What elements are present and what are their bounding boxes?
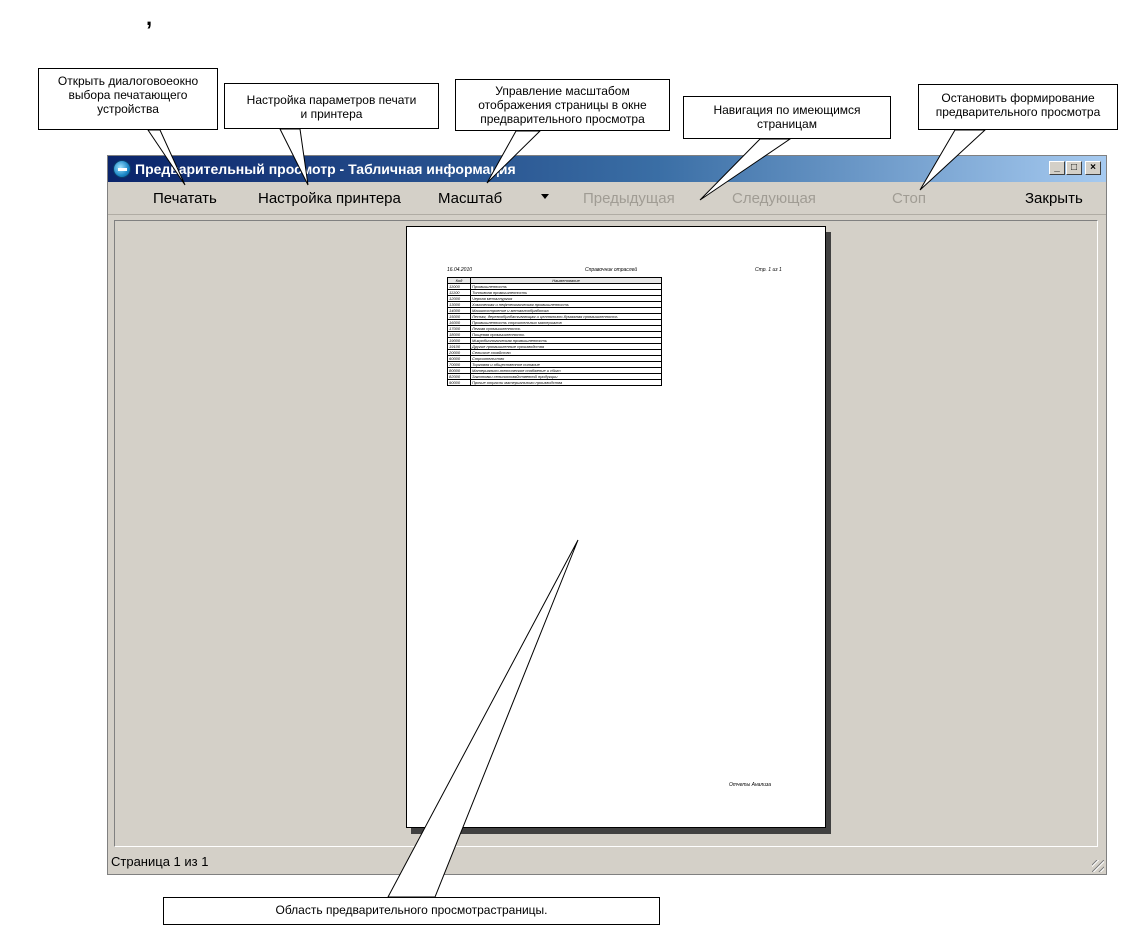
preview-window: Предварительный просмотр - Табличная инф… bbox=[107, 155, 1107, 875]
maximize-button[interactable]: □ bbox=[1066, 161, 1082, 175]
callout-open-dialog: Открыть диалоговоеокно выбора печатающег… bbox=[38, 68, 218, 130]
close-button[interactable]: × bbox=[1085, 161, 1101, 175]
previous-page-button[interactable]: Предыдущая bbox=[583, 190, 675, 207]
report-cell-name: Прочие отрасли материального производств… bbox=[470, 379, 662, 386]
callout-printer-settings: Настройка параметров печати и принтера bbox=[224, 83, 439, 129]
callout-preview-area: Область предварительного просмотрастрани… bbox=[163, 897, 660, 925]
page-footer: Отчеты Анализа bbox=[729, 782, 772, 788]
title-bar[interactable]: Предварительный просмотр - Табличная инф… bbox=[108, 156, 1106, 182]
resize-grip-icon[interactable] bbox=[1092, 860, 1104, 872]
callout-navigation: Навигация по имеющимся страницам bbox=[683, 96, 891, 139]
page-header-title: Справочник отраслей bbox=[585, 267, 638, 273]
app-icon bbox=[113, 160, 131, 178]
stray-mark: , bbox=[146, 5, 153, 30]
close-preview-button[interactable]: Закрыть bbox=[1025, 190, 1083, 207]
report-table: Код Наименование 11000 Промышленность 1110… bbox=[447, 277, 662, 386]
printer-setup-button[interactable]: Настройка принтера bbox=[258, 190, 401, 207]
callout-zoom-control: Управление масштабом отображения страниц… bbox=[455, 79, 670, 131]
page-header-date: 16.04.2010 bbox=[447, 267, 473, 273]
preview-page: 16.04.2010 Справочник отраслей Стр. 1 из… bbox=[406, 226, 826, 828]
chevron-down-icon[interactable] bbox=[541, 194, 549, 199]
stop-button[interactable]: Стоп bbox=[892, 190, 926, 207]
preview-area[interactable]: 16.04.2010 Справочник отраслей Стр. 1 из… bbox=[114, 220, 1098, 847]
status-page-info: Страница 1 из 1 bbox=[111, 854, 209, 869]
status-bar: Страница 1 из 1 bbox=[108, 850, 1106, 874]
next-page-button[interactable]: Следующая bbox=[732, 190, 816, 207]
window-title: Предварительный просмотр - Табличная инф… bbox=[135, 161, 516, 177]
report-table-row: 90000 Прочие отрасли материального произв… bbox=[447, 379, 662, 386]
zoom-button[interactable]: Масштаб bbox=[438, 190, 502, 207]
toolbar: Печатать Настройка принтера Масштаб Пред… bbox=[108, 182, 1106, 215]
page-header-page: Стр. 1 из 1 bbox=[755, 267, 782, 273]
report-cell-code: 90000 bbox=[447, 379, 471, 386]
minimize-button[interactable]: _ bbox=[1049, 161, 1065, 175]
print-button[interactable]: Печатать bbox=[153, 190, 217, 207]
callout-stop-preview: Остановить формирование предварительного… bbox=[918, 84, 1118, 130]
